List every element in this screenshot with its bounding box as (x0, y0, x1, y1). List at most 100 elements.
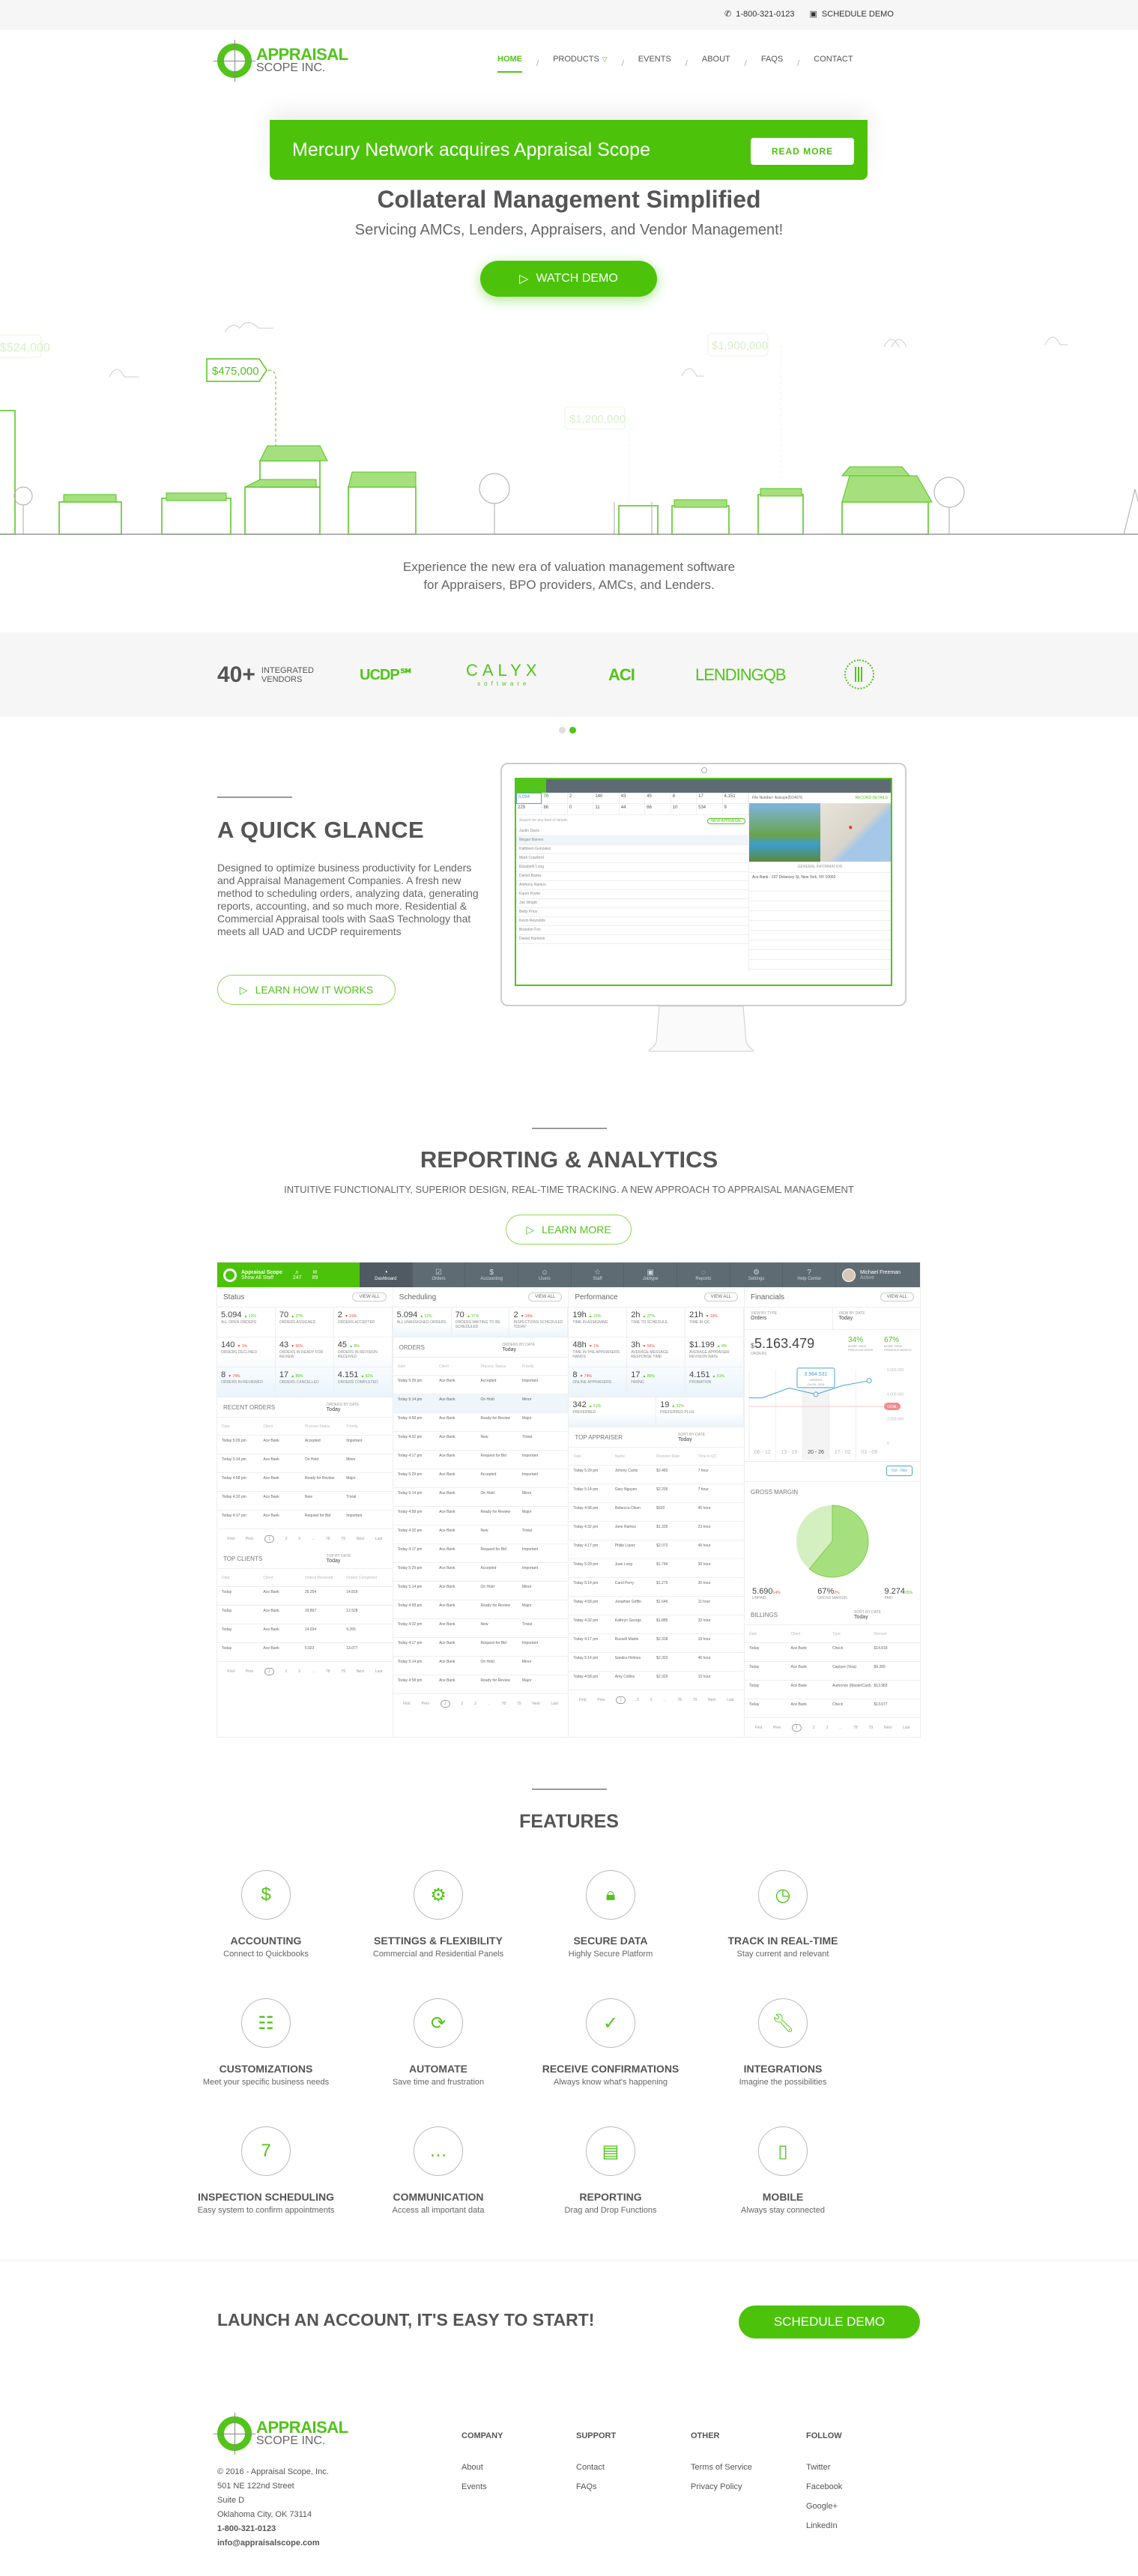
table-row[interactable]: Today 5:14 pm Ace Bank On Hold Minor (393, 1582, 569, 1600)
stat-tile[interactable]: 70 ▲ 37% Orders waiting to be scheduled (451, 1307, 510, 1337)
nav-contact[interactable]: CONTACT (814, 55, 853, 73)
nav-about[interactable]: ABOUT (702, 55, 730, 73)
mini-stat[interactable]: 9 (722, 804, 748, 815)
stat-tile[interactable]: 48h ▼ 1% Time in the appraisers hands (569, 1337, 628, 1367)
table-row[interactable]: Today 4:32 pm Ace Bank New Trivial (393, 1432, 569, 1451)
table-row[interactable]: Today Ace Bank 5.923 13.077 (217, 1643, 393, 1662)
page-link-prev[interactable]: Prev (246, 1537, 253, 1541)
table-row[interactable]: Today 4:58 pm Ace Bank Ready for Review Maj… (393, 1507, 569, 1526)
table-row[interactable]: Today 4:32 pm Kathryn George $1.885 32 hour (569, 1615, 745, 1634)
table-row[interactable]: Today 5:29 pm Johnny Curtis $2.483 7 hour (569, 1466, 745, 1484)
column-header[interactable]: Client (791, 1632, 833, 1636)
table-row[interactable]: Today 5:14 pm Sandra Holmes $2.303 46 hour (569, 1653, 745, 1672)
page-link-first[interactable]: First (579, 1698, 587, 1702)
user-menu[interactable]: Michael Freeman Active (836, 1263, 920, 1287)
mini-stat[interactable]: 11 (593, 804, 620, 815)
learn-more-button[interactable]: ▷ LEARN MORE (506, 1215, 632, 1245)
mini-stat[interactable]: 5,094 (516, 793, 542, 804)
mini-stat[interactable]: 534 (697, 804, 723, 815)
tab-reports[interactable]: ◌ Reports (677, 1263, 730, 1287)
column-header[interactable]: Priority (346, 1424, 387, 1429)
page-link-last[interactable]: Last (375, 1669, 382, 1674)
table-row[interactable]: Today 5:14 pm Gary Nguyen $2.205 7 hour (569, 1484, 745, 1503)
date-filter-select[interactable]: TOP BY DATE Today (327, 1554, 387, 1564)
stat-tile[interactable]: 17 ▲ 89% Hiring (627, 1367, 686, 1397)
page-link-1[interactable]: 1 (264, 1535, 274, 1543)
mini-stat[interactable]: 140 (593, 793, 620, 804)
stat-tile[interactable]: 43 ▼ 56% Orders in ready for review (275, 1337, 334, 1367)
page-link-first[interactable]: First (227, 1537, 234, 1541)
column-header[interactable]: Date (573, 1454, 614, 1459)
column-header[interactable]: Date (222, 1576, 263, 1580)
table-row[interactable]: Today Ace Bank 29.254 14.818 (217, 1587, 393, 1606)
nav-home[interactable]: HOME (497, 55, 522, 73)
carousel-dot-1[interactable] (559, 727, 566, 734)
company-switcher[interactable]: Appraisal Scope Show All Staff ♬ 247 ✉ 89 (217, 1263, 360, 1287)
schedule-demo-link[interactable]: ▣ SCHEDULE DEMO (810, 9, 894, 19)
view-all-button[interactable]: VIEW ALL (527, 1292, 563, 1301)
mini-stat[interactable]: 44 (619, 804, 646, 815)
table-row[interactable]: Today Ace Bank Capture (Visa) $9.265 (745, 1662, 920, 1681)
stat-tile[interactable]: 2 ▼ 19% Orders accepted (333, 1307, 393, 1337)
read-more-button[interactable]: READ MORE (751, 138, 854, 165)
column-header[interactable]: Type (832, 1632, 874, 1636)
table-row[interactable]: Today 4:17 pm Ace Bank Request for Bid Impo… (393, 1638, 569, 1657)
column-header[interactable]: Client (263, 1424, 304, 1429)
mini-order-row[interactable]: Justin Davis (516, 827, 748, 836)
view-all-button[interactable]: VIEW ALL (352, 1292, 387, 1301)
table-row[interactable]: Today 5:29 pm Ace Bank Accepted Important (393, 1469, 569, 1488)
vendor-logo-hud[interactable] (844, 659, 874, 689)
stat-tile[interactable]: 17 ▲ 89% Orders cancelled (275, 1367, 334, 1397)
schedule-demo-button[interactable]: SCHEDULE DEMO (739, 2306, 920, 2338)
stat-tile[interactable]: 8 ▼ 74% Orders in reviewed (217, 1367, 276, 1397)
table-row[interactable]: Today 5:14 pm Ace Bank On Hold Minor (217, 1454, 393, 1473)
page-link-first[interactable]: First (403, 1702, 411, 1706)
date-filter-select[interactable]: ORDERS BY DATE Today (502, 1343, 562, 1352)
table-row[interactable]: Today 5:29 pm Ace Bank Accepted Important (393, 1563, 569, 1582)
mini-order-row[interactable]: Brandon Fox (516, 926, 748, 935)
range-scrubber[interactable]: Oct - Nov (745, 1461, 920, 1482)
column-header[interactable]: Client (263, 1576, 304, 1580)
page-link-last[interactable]: Last (551, 1702, 557, 1706)
mini-order-row[interactable]: Mark Crawford (516, 854, 748, 863)
phone-link[interactable]: ✆ 1-800-321-0123 (724, 9, 795, 19)
table-row[interactable]: Today 4:58 pm Ace Bank Ready for Review Maj… (393, 1675, 569, 1694)
mini-order-row[interactable]: Daniel Banks (516, 872, 748, 881)
table-row[interactable]: Today 5:29 pm Ace Bank Accepted Important (217, 1436, 393, 1454)
page-link-last[interactable]: Last (903, 1726, 910, 1730)
page-link-79[interactable]: 79 (869, 1726, 874, 1730)
table-row[interactable]: Today 5:14 pm Ace Bank On Hold Minor (393, 1488, 569, 1507)
page-link-2[interactable]: 2 (813, 1726, 815, 1730)
column-header[interactable]: Date (398, 1364, 439, 1369)
footer-link-twitter[interactable]: Twitter (806, 2463, 842, 2472)
mini-order-row[interactable]: Joe Wright (516, 899, 748, 908)
view-date-select[interactable]: VIEW BY DATE Today (833, 1307, 920, 1329)
mini-stat[interactable]: 70 (542, 793, 568, 804)
table-row[interactable]: Today Ace Bank Authorize (MasterCard) $13.9… (745, 1681, 920, 1699)
page-link-3[interactable]: 3 (298, 1537, 300, 1541)
mini-order-row[interactable]: Karen Porter (516, 890, 748, 899)
page-link-1[interactable]: 1 (792, 1724, 802, 1732)
page-link-2[interactable]: 2 (285, 1669, 288, 1674)
page-link-next[interactable]: Next (708, 1698, 715, 1702)
page-link-prev[interactable]: Prev (597, 1698, 605, 1702)
page-link-3[interactable]: 3 (650, 1698, 653, 1702)
mini-order-row[interactable]: Betty Price (516, 908, 748, 917)
table-row[interactable]: Today 5:14 pm Ace Bank On Hold Minor (393, 1657, 569, 1675)
stat-tile[interactable]: 19 ▲ 22% Preferred plus (656, 1397, 745, 1427)
footer-link-faqs[interactable]: FAQs (576, 2482, 616, 2491)
page-link-last[interactable]: Last (375, 1537, 382, 1541)
tab-help-center[interactable]: ? Help Center (783, 1263, 837, 1287)
page-link-79[interactable]: 79 (341, 1669, 345, 1674)
stat-tile[interactable]: 5.094 ▲ 22% All unassigned orders (393, 1307, 452, 1337)
footer-link-google-[interactable]: Google+ (806, 2502, 842, 2511)
page-link-1[interactable]: 1 (264, 1668, 274, 1675)
column-header[interactable]: Amount (874, 1632, 916, 1636)
table-row[interactable]: Today 5:29 pm Juan Long $1.744 30 hour (569, 1559, 745, 1578)
footer-link-contact[interactable]: Contact (576, 2463, 616, 2472)
page-link-3[interactable]: 3 (474, 1702, 476, 1706)
mini-stat[interactable]: 45 (645, 793, 671, 804)
mini-order-row[interactable]: Elizabeth Long (516, 863, 748, 872)
table-row[interactable]: Today 5:14 pm Carol Perry $1.275 30 hour (569, 1578, 745, 1597)
column-header[interactable]: Orders Received (305, 1576, 346, 1580)
